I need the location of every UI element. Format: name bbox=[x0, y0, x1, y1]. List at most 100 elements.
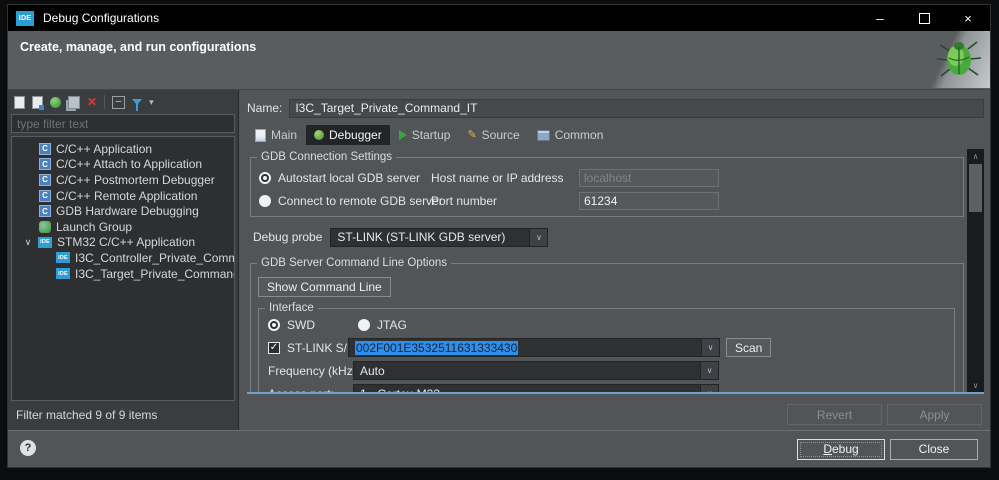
chevron-down-icon[interactable]: ∨ bbox=[701, 339, 719, 356]
maximize-button[interactable] bbox=[902, 5, 946, 31]
show-command-line-button[interactable]: Show Command Line bbox=[258, 277, 391, 297]
scrollbar-thumb[interactable] bbox=[969, 164, 982, 212]
tree-item-label: C/C++ Attach to Application bbox=[56, 157, 203, 172]
c-application-icon: C bbox=[39, 142, 51, 155]
debugger-tab-content: GDB Connection Settings Autostart local … bbox=[247, 149, 984, 394]
tab-label: Source bbox=[481, 128, 520, 142]
close-dialog-button[interactable]: Close bbox=[890, 438, 978, 460]
tree-item-gdb-hardware[interactable]: C GDB Hardware Debugging bbox=[12, 203, 234, 219]
jtag-radio[interactable] bbox=[358, 318, 370, 331]
tree-item-cpp-remote[interactable]: C C/C++ Remote Application bbox=[12, 188, 234, 204]
duplicate-configuration-icon[interactable] bbox=[68, 95, 80, 109]
frequency-value: Auto bbox=[360, 363, 385, 378]
new-configuration-icon[interactable] bbox=[14, 95, 25, 109]
tab-source[interactable]: ✎ Source bbox=[459, 125, 527, 145]
autostart-row: Autostart local GDB server Host name or … bbox=[251, 166, 963, 189]
host-input[interactable] bbox=[579, 168, 719, 187]
tree-item-i3c-controller[interactable]: IDE I3C_Controller_Private_Command_IT bbox=[12, 250, 234, 266]
ide-icon: IDE bbox=[38, 236, 52, 248]
close-label: Close bbox=[918, 442, 950, 456]
access-port-combo[interactable]: 1 - Cortex-M33 ∨ bbox=[353, 384, 719, 392]
filter-match-status: Filter matched 9 of 9 items bbox=[16, 408, 158, 422]
frequency-label: Frequency (kHz): bbox=[268, 363, 361, 378]
editor-tabs: Main Debugger Startup ✎ Source Common bbox=[247, 124, 984, 146]
title-bar[interactable]: IDE Debug Configurations – × bbox=[8, 5, 990, 31]
connect-remote-radio[interactable] bbox=[259, 194, 271, 207]
close-icon: × bbox=[964, 10, 972, 26]
c-application-icon: C bbox=[39, 189, 51, 202]
debug-configurations-dialog: IDE Debug Configurations – × Create, man… bbox=[7, 4, 991, 468]
filter-box bbox=[11, 114, 235, 133]
tree-item-cpp-postmortem[interactable]: C C/C++ Postmortem Debugger bbox=[12, 172, 234, 188]
filter-input[interactable] bbox=[11, 114, 235, 133]
tab-debugger[interactable]: Debugger bbox=[306, 125, 390, 145]
remote-row: Connect to remote GDB server Port number bbox=[251, 189, 963, 212]
tree-item-label: C/C++ Application bbox=[56, 141, 153, 156]
tree-item-i3c-target[interactable]: IDE I3C_Target_Private_Command_IT bbox=[12, 266, 234, 282]
port-input[interactable] bbox=[579, 191, 719, 210]
host-label: Host name or IP address bbox=[431, 170, 564, 185]
main-tab-icon bbox=[255, 128, 266, 142]
dialog-body: ✕ – ▾ C C/C++ Application C C/C++ Attach t… bbox=[8, 90, 990, 430]
c-application-icon: C bbox=[39, 173, 51, 186]
delete-configuration-icon[interactable]: ✕ bbox=[87, 96, 97, 108]
new-prototype-icon[interactable] bbox=[32, 95, 44, 110]
tree-item-cpp-attach[interactable]: C C/C++ Attach to Application bbox=[12, 157, 234, 173]
chevron-down-icon[interactable]: ∨ bbox=[700, 362, 718, 379]
tree-item-cpp-application[interactable]: C C/C++ Application bbox=[12, 141, 234, 157]
common-tab-icon bbox=[536, 129, 550, 141]
tree-item-label: C/C++ Remote Application bbox=[56, 188, 198, 203]
scroll-content: GDB Connection Settings Autostart local … bbox=[247, 149, 967, 392]
chevron-down-icon[interactable]: ∨ bbox=[700, 385, 718, 392]
app-icon: IDE bbox=[16, 10, 34, 26]
toolbar-menu-caret-icon[interactable]: ▾ bbox=[149, 97, 154, 108]
vertical-scrollbar[interactable]: ∧ ∨ bbox=[967, 149, 984, 392]
stlink-sn-label: ST-LINK S/N bbox=[287, 340, 356, 355]
frequency-combo[interactable]: Auto ∨ bbox=[353, 361, 719, 380]
tree-item-stm32-application[interactable]: ∨ IDE STM32 C/C++ Application bbox=[12, 235, 234, 251]
close-button[interactable]: × bbox=[946, 5, 990, 31]
tree-item-label: C/C++ Postmortem Debugger bbox=[56, 172, 215, 187]
scan-button[interactable]: Scan bbox=[726, 338, 772, 357]
expand-chevron-icon[interactable]: ∨ bbox=[23, 237, 33, 248]
collapse-all-icon[interactable]: – bbox=[112, 95, 126, 109]
startup-tab-icon bbox=[398, 130, 407, 140]
debug-probe-label: Debug probe bbox=[253, 230, 323, 244]
debugger-tab-icon bbox=[314, 130, 325, 140]
stlink-sn-checkbox[interactable]: ✓ bbox=[268, 341, 280, 354]
revert-button[interactable]: Revert bbox=[787, 404, 882, 425]
scroll-down-icon[interactable]: ∨ bbox=[967, 378, 984, 392]
help-icon[interactable]: ? bbox=[20, 440, 36, 456]
group-title: GDB Connection Settings bbox=[257, 150, 397, 164]
tree-item-label: GDB Hardware Debugging bbox=[56, 204, 199, 219]
tab-label: Common bbox=[554, 128, 604, 142]
jtag-label: JTAG bbox=[377, 317, 407, 332]
debug-button[interactable]: Debug bbox=[797, 438, 885, 460]
filter-icon[interactable] bbox=[132, 99, 143, 111]
minimize-button[interactable]: – bbox=[858, 5, 902, 31]
swd-radio[interactable] bbox=[268, 318, 280, 331]
access-port-label: Access port: bbox=[268, 387, 353, 393]
export-configurations-icon[interactable] bbox=[50, 96, 61, 108]
tab-startup[interactable]: Startup bbox=[391, 125, 459, 145]
debug-mnemonic: D bbox=[823, 442, 832, 456]
header-banner: Create, manage, and run configurations bbox=[8, 31, 990, 90]
swd-label: SWD bbox=[287, 317, 315, 332]
footer-buttons: Debug Close bbox=[797, 438, 978, 460]
apply-button[interactable]: Apply bbox=[887, 404, 982, 425]
screen: IDE Debug Configurations – × Create, man… bbox=[0, 0, 999, 480]
tab-common[interactable]: Common bbox=[529, 125, 612, 145]
tab-main[interactable]: Main bbox=[247, 125, 305, 145]
tree-item-launch-group[interactable]: Launch Group bbox=[12, 219, 234, 235]
frequency-row: Frequency (kHz): Auto ∨ bbox=[259, 359, 954, 382]
window-title: Debug Configurations bbox=[43, 11, 160, 25]
debug-probe-combo[interactable]: ST-LINK (ST-LINK GDB server) ∨ bbox=[330, 227, 549, 247]
tab-label: Startup bbox=[411, 128, 451, 142]
chevron-down-icon[interactable]: ∨ bbox=[529, 228, 548, 246]
scroll-up-icon[interactable]: ∧ bbox=[967, 149, 984, 163]
launch-group-icon bbox=[39, 220, 51, 233]
configuration-name-input[interactable] bbox=[289, 98, 984, 118]
autostart-radio[interactable] bbox=[259, 171, 271, 184]
toolbar-separator bbox=[104, 95, 106, 109]
stlink-sn-combo[interactable]: 002F001E3532511631333430 ∨ bbox=[348, 338, 720, 357]
